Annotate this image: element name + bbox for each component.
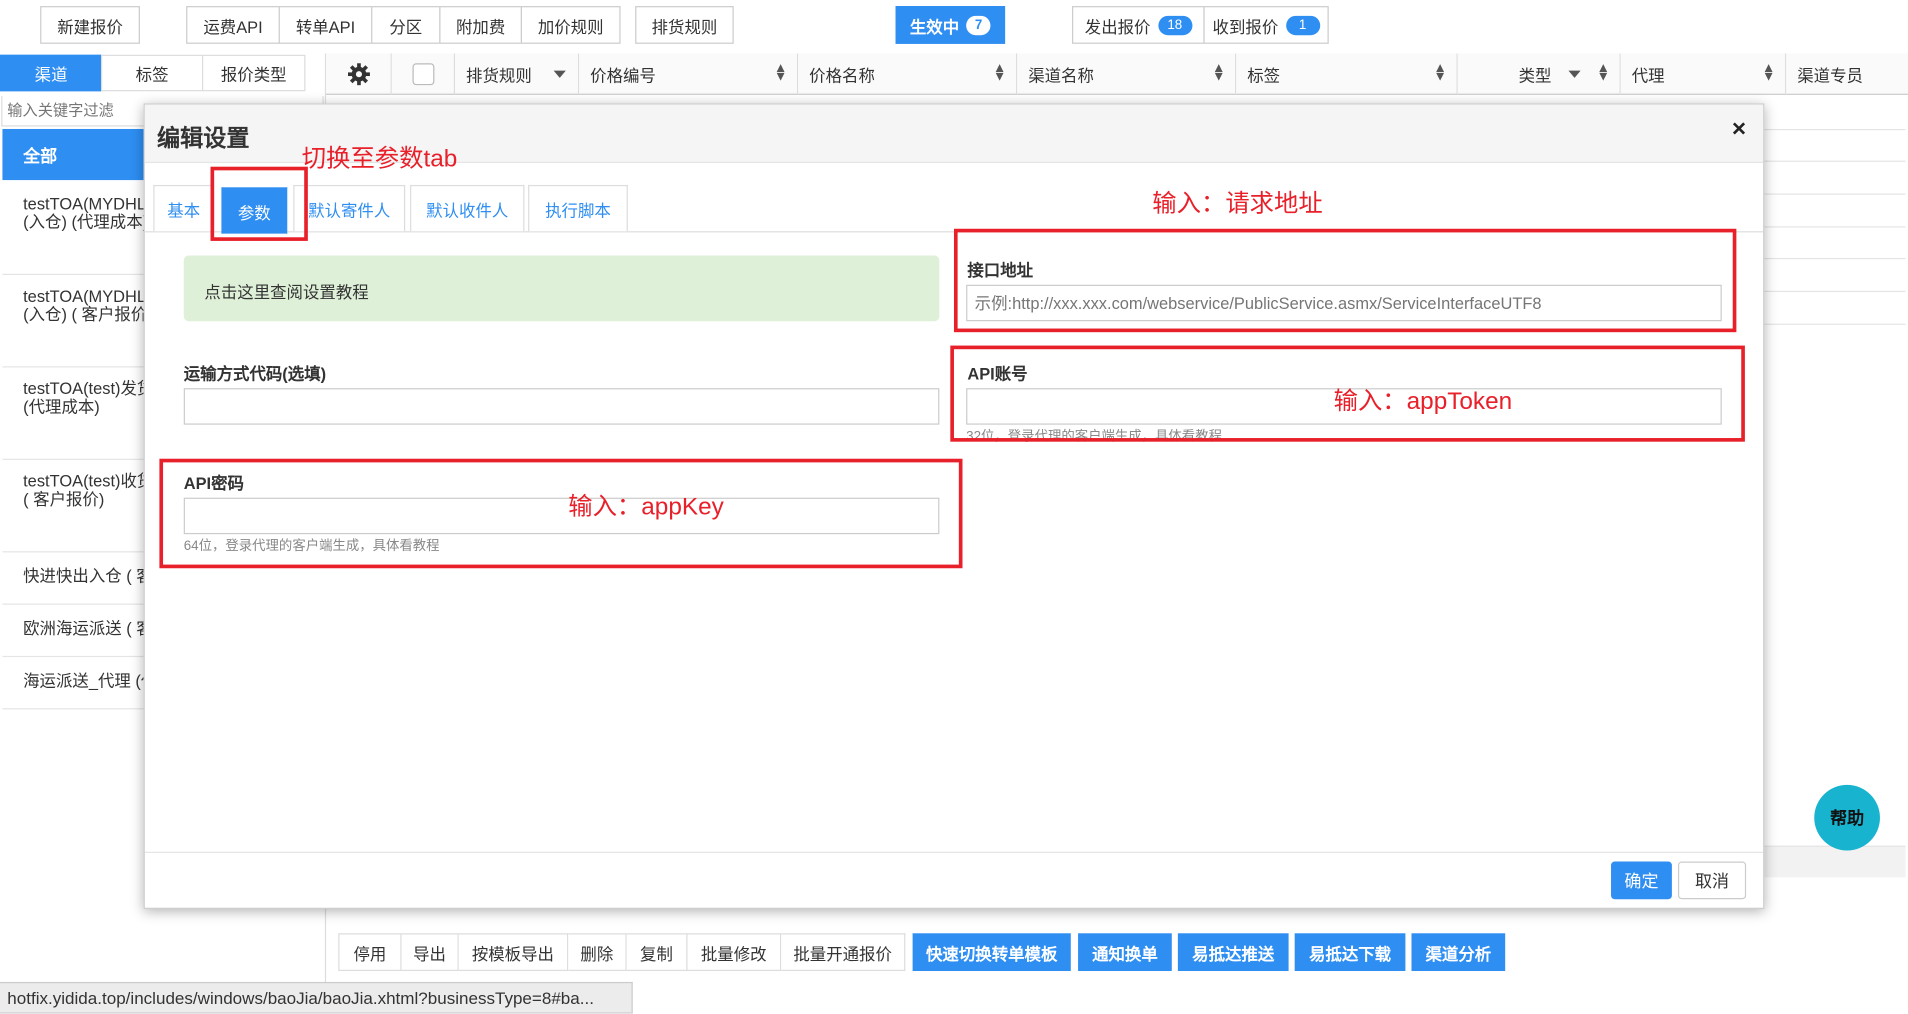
received-count-badge: 1 <box>1285 15 1320 35</box>
header-agent[interactable]: 代理 ▲ ▼ <box>1620 53 1787 95</box>
sent-quotes-button[interactable]: 发出报价 18 <box>1072 6 1205 44</box>
sort-icon[interactable]: ▲ ▼ <box>993 61 1006 83</box>
header-label: 渠道名称 <box>1028 66 1094 85</box>
row-divider <box>1761 290 1906 293</box>
dialog-footer-divider <box>144 851 1764 853</box>
tab-default-recipient[interactable]: 默认收件人 <box>410 184 525 232</box>
transfer-api-button[interactable]: 转单API <box>278 6 373 44</box>
tab-exec-script[interactable]: 执行脚本 <box>528 184 628 232</box>
tab-basic[interactable]: 基本 <box>153 184 215 232</box>
channel-analysis-button[interactable]: 渠道分析 <box>1411 933 1506 972</box>
received-label: 收到报价 <box>1212 17 1279 36</box>
header-label: 代理 <box>1631 66 1665 85</box>
help-button[interactable]: 帮助 <box>1814 784 1880 851</box>
header-channel-name[interactable]: 渠道名称 ▲ ▼ <box>1017 53 1237 95</box>
sort-icon[interactable]: ▲ ▼ <box>1597 61 1610 83</box>
dropdown-arrow-icon[interactable] <box>553 70 566 78</box>
disable-button[interactable]: 停用 <box>338 933 402 972</box>
header-dispatch-rule[interactable]: 排货规则 <box>455 53 580 95</box>
row-divider <box>1761 160 1906 162</box>
header-label: 价格名称 <box>809 66 875 85</box>
sort-icon[interactable]: ▲ ▼ <box>774 61 787 83</box>
annotation-switch-tab: 切换至参数tab <box>301 146 458 173</box>
sent-count-badge: 18 <box>1157 15 1192 35</box>
annotation-input-token: 输入：appToken <box>1333 388 1513 415</box>
annotation-box-params-tab <box>210 166 308 241</box>
row-divider <box>1761 323 1906 325</box>
row-divider <box>1761 257 1906 260</box>
gear-icon <box>347 62 370 85</box>
column-settings[interactable] <box>326 53 392 95</box>
header-label: 标签 <box>1247 66 1281 85</box>
annotation-box-endpoint <box>953 228 1737 333</box>
annotation-input-url: 输入：请求地址 <box>1152 191 1323 218</box>
header-label: 价格编号 <box>590 66 656 85</box>
header-price-code[interactable]: 价格编号 ▲ ▼ <box>579 53 799 95</box>
received-quotes-button[interactable]: 收到报价 1 <box>1203 6 1329 44</box>
freight-api-button[interactable]: 运费API <box>186 6 280 44</box>
close-icon[interactable]: × <box>1732 116 1746 144</box>
sort-icon[interactable]: ▲ ▼ <box>1762 61 1775 83</box>
sent-label: 发出报价 <box>1084 17 1151 36</box>
row-divider <box>1761 193 1906 195</box>
select-all-cell <box>391 53 456 95</box>
header-tag[interactable]: 标签 ▲ ▼ <box>1236 53 1458 95</box>
notify-change-button[interactable]: 通知换单 <box>1078 933 1172 972</box>
sort-icon[interactable]: ▲ ▼ <box>1212 61 1225 83</box>
app-root: 新建报价 运费API 转单API 分区 附加费 加价规则 排货规则 生效中 7 … <box>0 0 1908 1014</box>
zone-button[interactable]: 分区 <box>371 6 441 44</box>
header-label: 排货规则 <box>466 66 532 85</box>
batch-edit-button[interactable]: 批量修改 <box>687 933 782 972</box>
dropdown-arrow-icon[interactable] <box>1568 70 1581 78</box>
surcharge-button[interactable]: 附加费 <box>439 6 523 44</box>
header-type[interactable]: 类型 ▲ ▼ <box>1457 53 1621 95</box>
shipping-code-label: 运输方式代码(选填) <box>183 365 327 384</box>
row-divider <box>1761 226 1906 228</box>
tab-tag[interactable]: 标签 <box>100 54 204 92</box>
active-count-badge: 7 <box>966 15 991 35</box>
dispatch-rules-button[interactable]: 排货规则 <box>635 6 734 44</box>
switch-transfer-template-button[interactable]: 快速切换转单模板 <box>912 933 1071 972</box>
annotation-input-key: 输入：appKey <box>568 494 724 521</box>
tab-channel[interactable]: 渠道 <box>0 54 103 92</box>
sort-icon[interactable]: ▲ ▼ <box>1434 61 1447 83</box>
yidida-push-button[interactable]: 易抵达推送 <box>1177 933 1289 972</box>
tab-quote-type[interactable]: 报价类型 <box>201 54 306 92</box>
cancel-button[interactable]: 取消 <box>1677 861 1747 900</box>
active-filter-button[interactable]: 生效中 7 <box>895 6 1006 44</box>
header-label: 类型 <box>1518 66 1552 85</box>
copy-button[interactable]: 复制 <box>626 933 688 972</box>
delete-button[interactable]: 删除 <box>568 933 627 972</box>
table-footer <box>1761 845 1906 878</box>
template-export-button[interactable]: 按模板导出 <box>458 933 569 972</box>
batch-enable-quote-button[interactable]: 批量开通报价 <box>781 933 906 972</box>
confirm-button[interactable]: 确定 <box>1611 861 1672 900</box>
yidida-download-button[interactable]: 易抵达下载 <box>1294 933 1406 972</box>
dialog-title: 编辑设置 <box>156 126 250 153</box>
export-button[interactable]: 导出 <box>401 933 459 972</box>
new-quote-button[interactable]: 新建报价 <box>40 6 140 44</box>
tutorial-link[interactable]: 点击这里查阅设置教程 <box>183 255 940 322</box>
tab-default-sender[interactable]: 默认寄件人 <box>293 184 406 232</box>
status-url: hotfix.yidida.top/includes/windows/baoJi… <box>0 981 633 1014</box>
annotation-box-api-password <box>159 458 963 569</box>
select-all-checkbox[interactable] <box>411 62 434 85</box>
row-divider <box>1761 128 1906 131</box>
markup-rules-button[interactable]: 加价规则 <box>520 6 621 44</box>
shipping-code-input[interactable] <box>183 388 940 425</box>
header-channel-specialist[interactable]: 渠道专员 <box>1786 53 1908 95</box>
header-label: 渠道专员 <box>1797 66 1863 85</box>
active-label: 生效中 <box>909 17 960 36</box>
header-price-name[interactable]: 价格名称 ▲ ▼ <box>798 53 1018 95</box>
